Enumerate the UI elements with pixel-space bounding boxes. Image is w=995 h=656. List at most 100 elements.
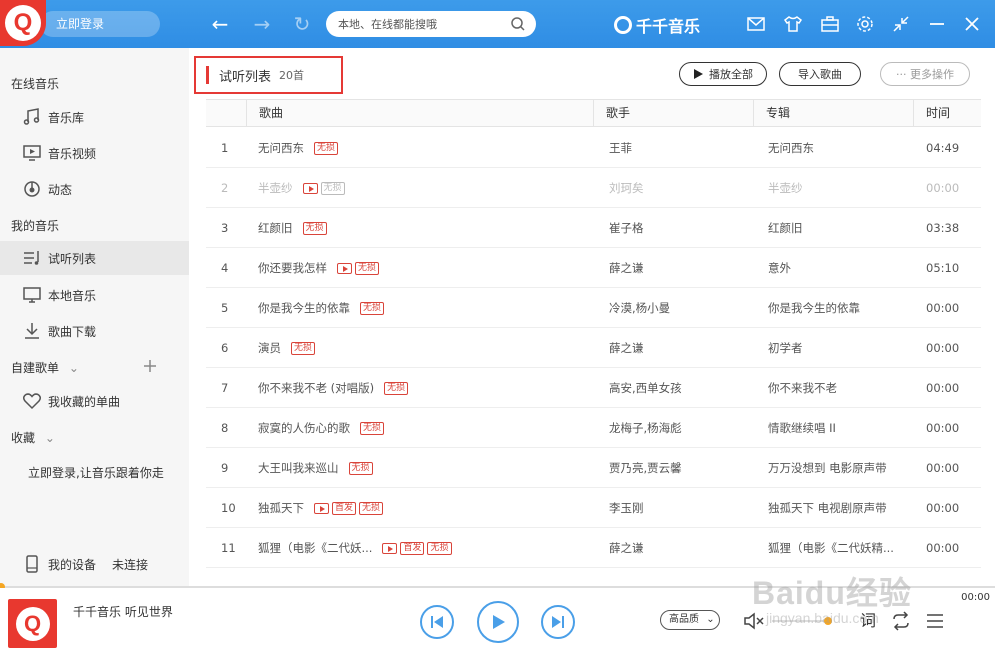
lyrics-button[interactable]: 词: [857, 610, 879, 632]
playlist-menu-icon[interactable]: [924, 610, 946, 632]
table-row[interactable]: 6 演员 无损 薛之谦 初学者 00:00: [206, 328, 981, 368]
add-playlist-plus-icon[interactable]: [143, 359, 157, 373]
artist-cell[interactable]: 崔子格: [609, 208, 759, 248]
mv-play-icon[interactable]: [337, 263, 352, 274]
play-button[interactable]: [477, 601, 519, 643]
duration-cell: 03:38: [926, 221, 960, 235]
artist-cell[interactable]: 王菲: [609, 128, 759, 168]
settings-gear-icon[interactable]: [855, 14, 875, 34]
mv-play-icon[interactable]: [314, 503, 329, 514]
row-number: 6: [221, 341, 229, 355]
column-song[interactable]: 歌曲: [246, 100, 593, 127]
album-cell[interactable]: 半壶纱: [768, 168, 908, 208]
sidebar-item-dynamic[interactable]: 动态: [0, 172, 189, 206]
refresh-icon[interactable]: ↻: [290, 12, 314, 36]
column-album[interactable]: 专辑: [753, 100, 913, 127]
next-button[interactable]: [541, 605, 575, 639]
column-time[interactable]: 时间: [913, 100, 981, 127]
song-title[interactable]: 寂寞的人伤心的歌: [258, 421, 350, 435]
artist-cell[interactable]: 薛之谦: [609, 248, 759, 288]
table-row[interactable]: 9 大王叫我来巡山 无损 贾乃亮,贾云馨 万万没想到 电影原声带 00:00: [206, 448, 981, 488]
song-title[interactable]: 狐狸（电影《二代妖...: [258, 541, 372, 555]
song-cell: 狐狸（电影《二代妖... 首发 无损: [258, 528, 593, 568]
sidebar-item-favorites[interactable]: 我收藏的单曲: [0, 384, 189, 418]
my-device-item[interactable]: 我的设备 未连接: [0, 547, 189, 581]
album-cell[interactable]: 无问西东: [768, 128, 908, 168]
table-row[interactable]: 3 红颜旧 无损 崔子格 红颜旧 03:38: [206, 208, 981, 248]
login-hint-link[interactable]: 立即登录,让音乐跟着你走: [28, 464, 164, 481]
sidebar: 在线音乐 音乐库 音乐视频 动态 我的音乐 试听列表 本地音乐 歌曲下载 自建歌…: [0, 48, 189, 586]
table-row[interactable]: 5 你是我今生的依靠 无损 冷漠,杨小曼 你是我今生的依靠 00:00: [206, 288, 981, 328]
minimize-icon[interactable]: [927, 14, 947, 34]
song-title[interactable]: 独孤天下: [258, 501, 304, 515]
login-button[interactable]: 立即登录: [40, 11, 160, 37]
table-row[interactable]: 1 无问西东 无损 王菲 无问西东 04:49: [206, 128, 981, 168]
mv-play-icon[interactable]: [302, 183, 318, 194]
table-row[interactable]: 10 独孤天下 首发 无损 李玉刚 独孤天下 电视剧原声带 00:00: [206, 488, 981, 528]
song-title[interactable]: 大王叫我来巡山: [258, 461, 339, 475]
sidebar-item-downloads[interactable]: 歌曲下载: [0, 314, 189, 348]
volume-mute-icon[interactable]: [743, 610, 765, 632]
artist-cell[interactable]: 刘珂矣: [609, 168, 759, 208]
skin-shirt-icon[interactable]: [783, 14, 803, 34]
import-songs-button[interactable]: 导入歌曲: [779, 62, 861, 86]
artist-cell[interactable]: 薛之谦: [609, 328, 759, 368]
album-cell[interactable]: 万万没想到 电影原声带: [768, 448, 908, 488]
album-cell[interactable]: 情歌继续唱 II: [768, 408, 908, 448]
volume-handle[interactable]: [824, 617, 832, 625]
search-icon[interactable]: [510, 16, 526, 32]
album-cell[interactable]: 红颜旧: [768, 208, 908, 248]
volume-slider[interactable]: [772, 617, 832, 625]
section-custom-playlists[interactable]: 自建歌单 ⌄: [11, 359, 79, 376]
sidebar-item-playlist[interactable]: 试听列表: [0, 241, 189, 275]
mv-play-icon[interactable]: [382, 543, 398, 554]
song-title[interactable]: 你是我今生的依靠: [258, 301, 350, 315]
section-my-music: 我的音乐: [11, 219, 60, 233]
more-actions-button[interactable]: ··· 更多操作: [880, 62, 970, 86]
album-cell[interactable]: 你不来我不老: [768, 368, 908, 408]
chevron-down-icon: ⌄: [706, 614, 715, 625]
album-cell[interactable]: 你是我今生的依靠: [768, 288, 908, 328]
artist-cell[interactable]: 贾乃亮,贾云馨: [609, 448, 759, 488]
table-row[interactable]: 8 寂寞的人伤心的歌 无损 龙梅子,杨海彪 情歌继续唱 II 00:00: [206, 408, 981, 448]
album-cell[interactable]: 意外: [768, 248, 908, 288]
mail-icon[interactable]: [746, 14, 766, 34]
song-title[interactable]: 你不来我不老 (对唱版): [258, 381, 374, 395]
mini-mode-icon[interactable]: [891, 14, 911, 34]
search-input[interactable]: [326, 11, 496, 37]
album-cover[interactable]: Q: [8, 599, 57, 648]
table-row[interactable]: 2 半壶纱 无损 刘珂矣 半壶纱 00:00: [206, 168, 981, 208]
sidebar-item-music-library[interactable]: 音乐库: [0, 100, 189, 134]
back-arrow-icon[interactable]: ←: [208, 12, 232, 36]
table-row[interactable]: 7 你不来我不老 (对唱版) 无损 高安,西单女孩 你不来我不老 00:00: [206, 368, 981, 408]
column-artist[interactable]: 歌手: [593, 100, 753, 127]
artist-cell[interactable]: 薛之谦: [609, 528, 759, 568]
album-cell[interactable]: 独孤天下 电视剧原声带: [768, 488, 908, 528]
heart-icon: [22, 393, 42, 410]
table-row[interactable]: 11 狐狸（电影《二代妖... 首发 无损 薛之谦 狐狸（电影《二代妖精... 00:00: [206, 528, 981, 568]
album-cell[interactable]: 狐狸（电影《二代妖精...: [768, 528, 908, 568]
artist-cell[interactable]: 冷漠,杨小曼: [609, 288, 759, 328]
sidebar-item-local-music[interactable]: 本地音乐: [0, 278, 189, 312]
song-title[interactable]: 你还要我怎样: [258, 261, 327, 275]
song-title[interactable]: 红颜旧: [258, 221, 293, 235]
album-cell[interactable]: 初学者: [768, 328, 908, 368]
section-collect[interactable]: 收藏 ⌄: [11, 429, 55, 446]
song-title[interactable]: 半壶纱: [258, 181, 293, 195]
table-row[interactable]: 4 你还要我怎样 无损 薛之谦 意外 05:10: [206, 248, 981, 288]
search-box: [326, 11, 536, 37]
play-all-button[interactable]: 播放全部: [679, 62, 767, 86]
loop-mode-icon[interactable]: [890, 610, 912, 632]
forward-arrow-icon[interactable]: →: [250, 12, 274, 36]
song-title[interactable]: 演员: [258, 341, 281, 355]
close-icon[interactable]: [962, 14, 982, 34]
artist-cell[interactable]: 龙梅子,杨海彪: [609, 408, 759, 448]
artist-cell[interactable]: 李玉刚: [609, 488, 759, 528]
previous-button[interactable]: [420, 605, 454, 639]
sidebar-item-label: 本地音乐: [48, 288, 97, 303]
toolbox-icon[interactable]: [820, 14, 840, 34]
quality-select[interactable]: 高品质 ⌄: [660, 610, 720, 630]
artist-cell[interactable]: 高安,西单女孩: [609, 368, 759, 408]
sidebar-item-music-video[interactable]: 音乐视频: [0, 136, 189, 170]
song-title[interactable]: 无问西东: [258, 141, 304, 155]
